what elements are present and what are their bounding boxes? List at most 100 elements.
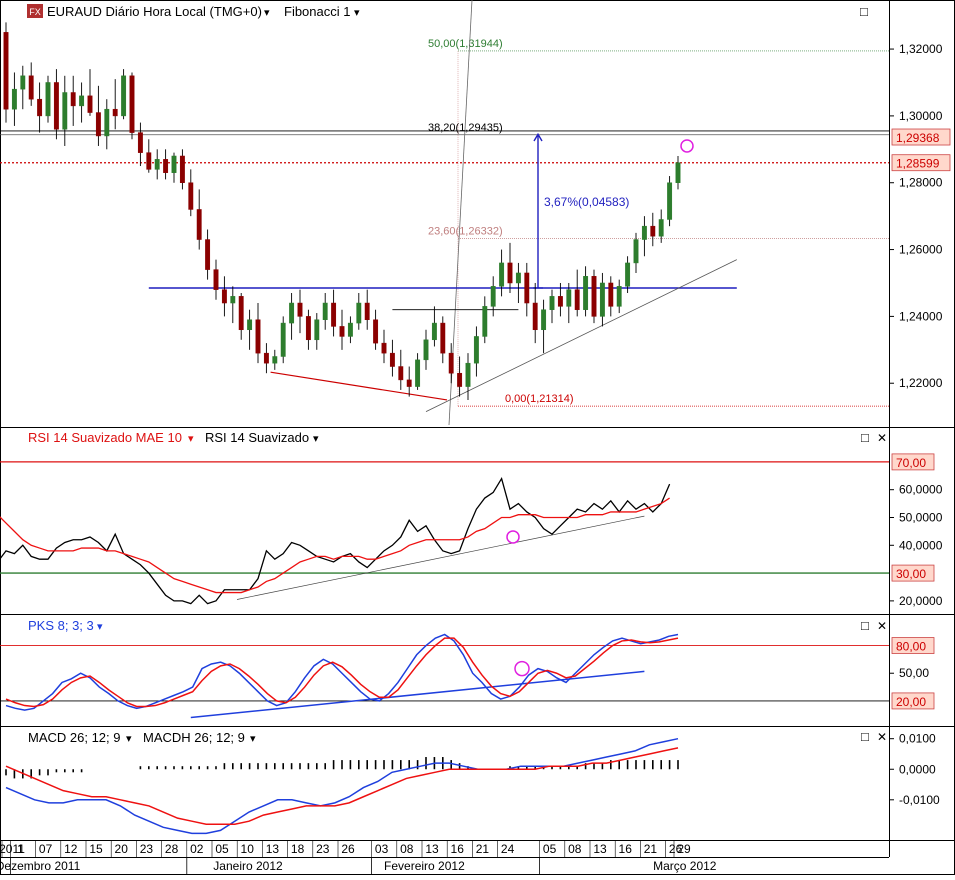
candle-body[interactable]: [406, 379, 412, 387]
rsi-label[interactable]: RSI 14 Suavizado: [205, 430, 309, 445]
candle-body[interactable]: [591, 276, 597, 317]
candle-body[interactable]: [297, 302, 303, 317]
candle-body[interactable]: [373, 319, 379, 344]
pks-panel[interactable]: 50,00 80,00 20,00: [0, 633, 935, 719]
candle-body[interactable]: [465, 362, 471, 387]
candle-body[interactable]: [608, 282, 614, 307]
candle-body[interactable]: [549, 296, 555, 310]
macdh-dropdown-icon[interactable]: ▾: [250, 733, 256, 745]
main-title[interactable]: EURAUD Diário Hora Local (TMG+0): [47, 4, 262, 19]
candle-body[interactable]: [213, 269, 219, 290]
candle-body[interactable]: [255, 319, 261, 354]
candle-body[interactable]: [557, 296, 563, 307]
rsi-maximize-icon[interactable]: □: [861, 430, 869, 445]
candle-body[interactable]: [448, 352, 454, 374]
candle-body[interactable]: [272, 356, 278, 364]
candle-body[interactable]: [667, 182, 673, 220]
candle-body[interactable]: [70, 92, 76, 107]
main-maximize-icon[interactable]: □: [860, 4, 868, 19]
macd-maximize-icon[interactable]: □: [861, 729, 869, 744]
pks-maximize-icon[interactable]: □: [861, 618, 869, 633]
candle-body[interactable]: [440, 322, 446, 354]
candle-body[interactable]: [574, 289, 580, 310]
candle-body[interactable]: [163, 159, 169, 173]
rsi-series-line-0[interactable]: [0, 476, 671, 605]
candle-body[interactable]: [45, 82, 51, 117]
candle-body[interactable]: [53, 82, 59, 130]
candle-body[interactable]: [507, 262, 513, 284]
candle-body[interactable]: [599, 282, 605, 317]
rsi-mae-label[interactable]: RSI 14 Suavizado MAE 10: [28, 430, 182, 445]
candle-body[interactable]: [87, 95, 93, 113]
candle-body[interactable]: [457, 372, 463, 387]
candle-body[interactable]: [112, 108, 118, 117]
candle-body[interactable]: [95, 112, 101, 137]
candle-body[interactable]: [129, 75, 135, 133]
macd-label[interactable]: MACD 26; 12; 9: [28, 730, 121, 745]
rsi-dropdown-icon[interactable]: ▾: [313, 433, 319, 445]
macdh-label[interactable]: MACDH 26; 12; 9: [143, 730, 245, 745]
candle-body[interactable]: [331, 302, 337, 327]
candle-body[interactable]: [247, 319, 253, 331]
candle-body[interactable]: [541, 309, 547, 331]
pks-close-icon[interactable]: ✕: [877, 619, 887, 633]
candle-body[interactable]: [633, 239, 639, 264]
candle-body[interactable]: [289, 302, 295, 324]
candle-body[interactable]: [658, 219, 664, 237]
red-trend-line[interactable]: [270, 371, 448, 401]
candle-body[interactable]: [625, 262, 631, 287]
candle-body[interactable]: [221, 289, 227, 304]
macd-close-icon[interactable]: ✕: [877, 730, 887, 744]
candle-body[interactable]: [322, 302, 328, 320]
candle-body[interactable]: [482, 306, 488, 337]
candle-body[interactable]: [364, 302, 370, 320]
candle-body[interactable]: [79, 95, 85, 107]
candle-body[interactable]: [431, 322, 437, 341]
rsi-panel[interactable]: 60,0000 50,0000 40,0000 20,0000 70,00 30,00: [0, 453, 943, 608]
candle-body[interactable]: [499, 262, 505, 287]
candle-body[interactable]: [154, 159, 160, 170]
candle-body[interactable]: [415, 359, 421, 387]
candle-body[interactable]: [347, 322, 353, 337]
candle-body[interactable]: [524, 272, 530, 304]
candle-body[interactable]: [532, 302, 538, 331]
candle-body[interactable]: [62, 92, 68, 130]
candle-body[interactable]: [423, 339, 429, 361]
candle-body[interactable]: [263, 352, 269, 364]
candle-body[interactable]: [28, 75, 34, 100]
candle-body[interactable]: [616, 286, 622, 307]
candle-body[interactable]: [205, 239, 211, 270]
candle-body[interactable]: [188, 182, 194, 210]
candle-body[interactable]: [566, 289, 572, 307]
candle-body[interactable]: [238, 296, 244, 331]
candle-body[interactable]: [171, 155, 177, 173]
pks-label[interactable]: PKS 8; 3; 3: [28, 618, 94, 633]
candle-body[interactable]: [37, 98, 43, 117]
candle-body[interactable]: [137, 132, 143, 153]
candle-body[interactable]: [146, 152, 152, 170]
candle-body[interactable]: [389, 352, 395, 367]
candle-body[interactable]: [305, 316, 311, 341]
macd-dropdown-icon[interactable]: ▾: [126, 733, 132, 745]
candle-body[interactable]: [381, 342, 387, 354]
rsi-mae-dropdown-icon[interactable]: ▾: [188, 433, 194, 445]
macd-series-line-1[interactable]: [5, 747, 679, 825]
price-panel[interactable]: 50,00(1,31944)38,20(1,29435)23,60(1,2633…: [0, 0, 889, 426]
candle-body[interactable]: [314, 319, 320, 341]
candle-body[interactable]: [196, 209, 202, 240]
fibonacci-label[interactable]: Fibonacci 1: [284, 4, 350, 19]
candle-body[interactable]: [230, 296, 236, 304]
candle-body[interactable]: [104, 108, 110, 137]
candle-body[interactable]: [3, 32, 9, 110]
macd-series-line-0[interactable]: [5, 737, 679, 835]
candle-body[interactable]: [356, 302, 362, 324]
macd-panel[interactable]: 0,0100 0,0000 -0,0100: [5, 732, 940, 835]
pks-dropdown-icon[interactable]: ▾: [97, 621, 103, 633]
candle-body[interactable]: [339, 326, 345, 337]
candle-body[interactable]: [675, 162, 681, 183]
candle-body[interactable]: [20, 75, 26, 90]
candle-body[interactable]: [583, 276, 589, 310]
candle-body[interactable]: [641, 225, 647, 240]
candle-body[interactable]: [11, 88, 17, 110]
candle-body[interactable]: [650, 225, 656, 237]
